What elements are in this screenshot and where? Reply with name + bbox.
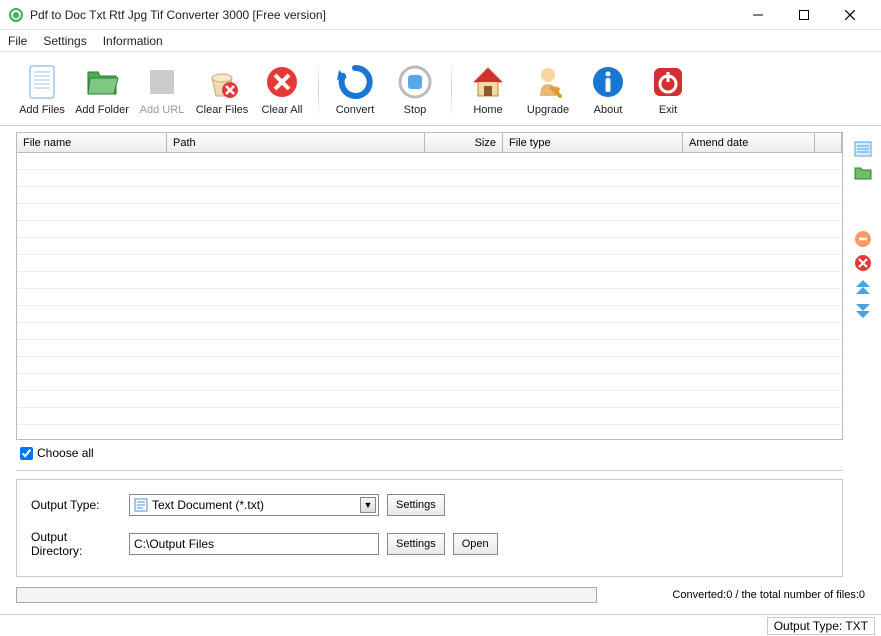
output-dir-settings-button[interactable]: Settings — [387, 533, 445, 555]
toolbar-label: Add URL — [140, 104, 185, 116]
menu-file[interactable]: File — [8, 34, 27, 48]
progress-row: Converted:0 / the total number of files:… — [0, 583, 881, 607]
toolbar-label: About — [594, 104, 623, 116]
col-filename[interactable]: File name — [17, 133, 167, 152]
add-url-button: Add URL — [132, 62, 192, 116]
choose-all-checkbox[interactable] — [20, 447, 33, 460]
main-area: File name Path Size File type Amend date… — [0, 126, 881, 583]
about-icon — [588, 62, 628, 102]
dropdown-arrow-icon[interactable]: ▼ — [360, 497, 376, 513]
convert-button[interactable]: Convert — [325, 62, 385, 116]
window-controls — [735, 0, 873, 30]
menu-information[interactable]: Information — [103, 34, 163, 48]
toolbar-label: Home — [473, 104, 502, 116]
side-folder-icon[interactable] — [854, 164, 872, 182]
output-dir-input[interactable] — [129, 533, 379, 555]
convert-icon — [335, 62, 375, 102]
about-button[interactable]: About — [578, 62, 638, 116]
col-amenddate[interactable]: Amend date — [683, 133, 815, 152]
output-type-combo[interactable]: Text Document (*.txt) ▼ — [129, 494, 379, 516]
separator — [318, 61, 319, 117]
side-remove-icon[interactable] — [854, 230, 872, 248]
folder-icon — [82, 62, 122, 102]
toolbar-label: Stop — [404, 104, 427, 116]
output-dir-label: Output Directory: — [31, 530, 121, 558]
open-dir-button[interactable]: Open — [453, 533, 498, 555]
clear-all-button[interactable]: Clear All — [252, 62, 312, 116]
toolbar-label: Add Files — [19, 104, 65, 116]
toolbar: Add Files Add Folder Add URL Clear Files… — [0, 52, 881, 126]
home-icon — [468, 62, 508, 102]
clear-all-icon — [262, 62, 302, 102]
status-bar: Output Type: TXT — [0, 614, 881, 636]
toolbar-label: Exit — [659, 104, 677, 116]
output-dir-row: Output Directory: Settings Open — [31, 530, 828, 558]
status-output-type: Output Type: TXT — [767, 617, 875, 635]
output-type-settings-button[interactable]: Settings — [387, 494, 445, 516]
side-move-down-icon[interactable] — [854, 302, 872, 320]
title-bar: Pdf to Doc Txt Rtf Jpg Tif Converter 300… — [0, 0, 881, 30]
side-move-up-icon[interactable] — [854, 278, 872, 296]
minimize-button[interactable] — [735, 0, 781, 30]
app-icon — [8, 7, 24, 23]
maximize-button[interactable] — [781, 0, 827, 30]
side-list-icon[interactable] — [854, 140, 872, 158]
output-panel: Output Type: Text Document (*.txt) ▼ Set… — [16, 479, 843, 577]
col-size[interactable]: Size — [425, 133, 503, 152]
add-files-button[interactable]: Add Files — [12, 62, 72, 116]
col-path[interactable]: Path — [167, 133, 425, 152]
toolbar-label: Upgrade — [527, 104, 569, 116]
file-grid: File name Path Size File type Amend date — [16, 132, 843, 440]
choose-all-label: Choose all — [37, 446, 94, 460]
home-button[interactable]: Home — [458, 62, 518, 116]
separator — [451, 61, 452, 117]
grid-body[interactable] — [17, 153, 842, 439]
toolbar-label: Clear Files — [196, 104, 249, 116]
menu-bar: File Settings Information — [0, 30, 881, 52]
txt-icon — [134, 498, 148, 512]
url-icon — [142, 62, 182, 102]
window-title: Pdf to Doc Txt Rtf Jpg Tif Converter 300… — [30, 8, 735, 22]
toolbar-label: Convert — [336, 104, 375, 116]
toolbar-label: Clear All — [262, 104, 303, 116]
col-filetype[interactable]: File type — [503, 133, 683, 152]
content-column: File name Path Size File type Amend date… — [0, 126, 845, 583]
file-icon — [22, 62, 62, 102]
grid-header: File name Path Size File type Amend date — [17, 133, 842, 153]
upgrade-icon — [528, 62, 568, 102]
toolbar-label: Add Folder — [75, 104, 129, 116]
progress-text: Converted:0 / the total number of files:… — [605, 589, 865, 601]
side-toolbar — [845, 126, 881, 583]
clear-files-button[interactable]: Clear Files — [192, 62, 252, 116]
upgrade-button[interactable]: Upgrade — [518, 62, 578, 116]
col-extra[interactable] — [815, 133, 842, 152]
output-type-value: Text Document (*.txt) — [152, 498, 264, 512]
output-type-label: Output Type: — [31, 498, 121, 512]
side-delete-icon[interactable] — [854, 254, 872, 272]
choose-all-row: Choose all — [16, 440, 843, 471]
progress-bar — [16, 587, 597, 603]
close-button[interactable] — [827, 0, 873, 30]
menu-settings[interactable]: Settings — [43, 34, 86, 48]
stop-icon — [395, 62, 435, 102]
stop-button[interactable]: Stop — [385, 62, 445, 116]
add-folder-button[interactable]: Add Folder — [72, 62, 132, 116]
exit-icon — [648, 62, 688, 102]
output-type-row: Output Type: Text Document (*.txt) ▼ Set… — [31, 494, 828, 516]
exit-button[interactable]: Exit — [638, 62, 698, 116]
clear-files-icon — [202, 62, 242, 102]
